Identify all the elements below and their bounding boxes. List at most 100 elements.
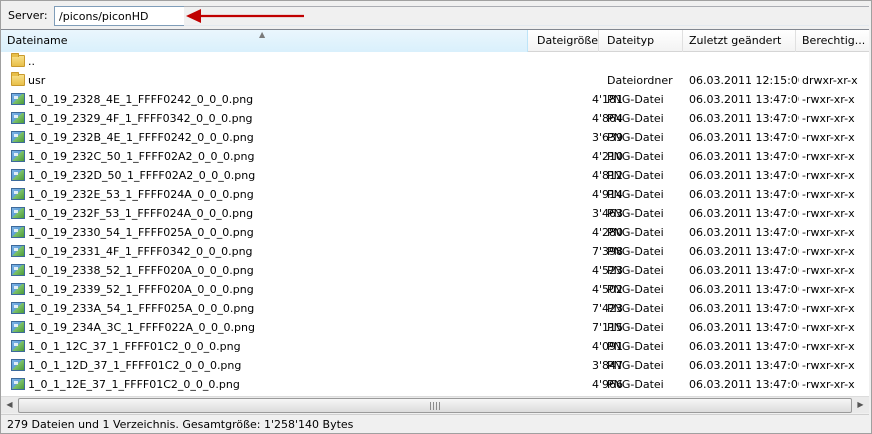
remote-file-list[interactable]: Dateiname ▲ Dateigröße Dateityp Zuletzt … bbox=[1, 29, 869, 396]
file-name: 1_0_19_232E_53_1_FFFF024A_0_0_0.png bbox=[28, 188, 254, 201]
file-modified: 06.03.2011 12:15:00 bbox=[689, 74, 799, 87]
file-name-cell: .. bbox=[11, 52, 531, 71]
file-permissions: -rwxr-xr-x bbox=[802, 150, 855, 163]
status-summary: 279 Dateien und 1 Verzeichnis. Gesamtgrö… bbox=[7, 418, 354, 431]
table-row[interactable]: 1_0_19_234A_3C_1_FFFF022A_0_0_0.png 7'115… bbox=[1, 318, 869, 337]
file-type: PNG-Datei bbox=[607, 131, 664, 144]
file-type: PNG-Datei bbox=[607, 378, 664, 391]
file-type: PNG-Datei bbox=[607, 359, 664, 372]
file-name: 1_0_19_234A_3C_1_FFFF022A_0_0_0.png bbox=[28, 321, 255, 334]
file-permissions: -rwxr-xr-x bbox=[802, 264, 855, 277]
file-modified: 06.03.2011 13:47:00 bbox=[689, 150, 799, 163]
sort-ascending-icon: ▲ bbox=[259, 30, 266, 39]
file-name-cell: 1_0_19_232F_53_1_FFFF024A_0_0_0.png bbox=[11, 204, 531, 223]
file-permissions: -rwxr-xr-x bbox=[802, 340, 855, 353]
scrollbar-thumb[interactable] bbox=[18, 398, 852, 413]
png-file-icon bbox=[11, 93, 25, 105]
file-permissions: -rwxr-xr-x bbox=[802, 169, 855, 182]
scroll-left-icon[interactable]: ◀ bbox=[1, 397, 18, 414]
file-type: PNG-Datei bbox=[607, 321, 664, 334]
scroll-right-icon[interactable]: ▶ bbox=[852, 397, 869, 414]
table-row[interactable]: 1_0_19_233A_54_1_FFFF025A_0_0_0.png 7'423… bbox=[1, 299, 869, 318]
file-modified: 06.03.2011 13:47:00 bbox=[689, 302, 799, 315]
file-name: 1_0_1_12C_37_1_FFFF01C2_0_0_0.png bbox=[28, 340, 241, 353]
table-row[interactable]: 1_0_19_2338_52_1_FFFF020A_0_0_0.png 4'523… bbox=[1, 261, 869, 280]
png-file-icon bbox=[11, 131, 25, 143]
column-header-size[interactable]: Dateigröße bbox=[531, 30, 599, 52]
table-row[interactable]: 1_0_19_232F_53_1_FFFF024A_0_0_0.png 3'463… bbox=[1, 204, 869, 223]
file-name: 1_0_19_232B_4E_1_FFFF0242_0_0_0.png bbox=[28, 131, 254, 144]
file-modified: 06.03.2011 13:47:00 bbox=[689, 188, 799, 201]
file-modified: 06.03.2011 13:47:00 bbox=[689, 112, 799, 125]
file-name-cell: 1_0_19_233A_54_1_FFFF025A_0_0_0.png bbox=[11, 299, 531, 318]
table-row[interactable]: 1_0_19_232D_50_1_FFFF02A2_0_0_0.png 4'812… bbox=[1, 166, 869, 185]
table-row[interactable]: 1_0_1_12C_37_1_FFFF01C2_0_0_0.png 4'091 PN… bbox=[1, 337, 869, 356]
file-type: PNG-Datei bbox=[607, 112, 664, 125]
file-name-cell: 1_0_19_2338_52_1_FFFF020A_0_0_0.png bbox=[11, 261, 531, 280]
file-name: 1_0_19_232C_50_1_FFFF02A2_0_0_0.png bbox=[28, 150, 255, 163]
column-header-modified[interactable]: Zuletzt geändert bbox=[683, 30, 796, 52]
file-modified: 06.03.2011 13:47:00 bbox=[689, 378, 799, 391]
file-type: PNG-Datei bbox=[607, 226, 664, 239]
file-name-cell: 1_0_19_234A_3C_1_FFFF022A_0_0_0.png bbox=[11, 318, 531, 337]
server-label: Server: bbox=[8, 9, 48, 22]
png-file-icon bbox=[11, 245, 25, 257]
file-permissions: drwxr-xr-x bbox=[802, 74, 858, 87]
file-type: PNG-Datei bbox=[607, 207, 664, 220]
table-row[interactable]: 1_0_19_232C_50_1_FFFF02A2_0_0_0.png 4'210… bbox=[1, 147, 869, 166]
file-name: 1_0_19_2329_4F_1_FFFF0342_0_0_0.png bbox=[28, 112, 253, 125]
file-name: 1_0_19_232F_53_1_FFFF024A_0_0_0.png bbox=[28, 207, 254, 220]
column-header-type[interactable]: Dateityp bbox=[601, 30, 683, 52]
table-row[interactable]: 1_0_19_232B_4E_1_FFFF0242_0_0_0.png 3'639… bbox=[1, 128, 869, 147]
file-type: PNG-Datei bbox=[607, 188, 664, 201]
file-modified: 06.03.2011 13:47:00 bbox=[689, 245, 799, 258]
table-row[interactable]: 1_0_19_2331_4F_1_FFFF0342_0_0_0.png 7'398… bbox=[1, 242, 869, 261]
folder-icon bbox=[11, 72, 25, 86]
file-permissions: -rwxr-xr-x bbox=[802, 131, 855, 144]
file-name: 1_0_19_2331_4F_1_FFFF0342_0_0_0.png bbox=[28, 245, 253, 258]
file-name-cell: 1_0_1_12E_37_1_FFFF01C2_0_0_0.png bbox=[11, 375, 531, 394]
table-row[interactable]: 1_0_19_2339_52_1_FFFF020A_0_0_0.png 4'502… bbox=[1, 280, 869, 299]
file-name-cell: 1_0_19_232C_50_1_FFFF02A2_0_0_0.png bbox=[11, 147, 531, 166]
file-permissions: -rwxr-xr-x bbox=[802, 226, 855, 239]
file-type: PNG-Datei bbox=[607, 340, 664, 353]
file-name-cell: 1_0_19_232D_50_1_FFFF02A2_0_0_0.png bbox=[11, 166, 531, 185]
folder-icon bbox=[11, 53, 25, 67]
file-name-cell: 1_0_19_2328_4E_1_FFFF0242_0_0_0.png bbox=[11, 90, 531, 109]
file-type: PNG-Datei bbox=[607, 302, 664, 315]
server-path-input[interactable]: /picons/piconHD bbox=[54, 6, 184, 26]
file-type bbox=[607, 52, 687, 71]
horizontal-scrollbar[interactable]: ◀ ▶ bbox=[1, 396, 869, 413]
file-name: 1_0_19_2338_52_1_FFFF020A_0_0_0.png bbox=[28, 264, 254, 277]
file-name-cell: 1_0_19_2329_4F_1_FFFF0342_0_0_0.png bbox=[11, 109, 531, 128]
png-file-icon bbox=[11, 264, 25, 276]
file-name: usr bbox=[28, 74, 46, 87]
png-file-icon bbox=[11, 112, 25, 124]
file-permissions: -rwxr-xr-x bbox=[802, 321, 855, 334]
png-file-icon bbox=[11, 283, 25, 295]
server-path-bar: Server: /picons/piconHD bbox=[1, 1, 869, 29]
table-row[interactable]: 1_0_1_12D_37_1_FFFF01C2_0_0_0.png 3'847 PN… bbox=[1, 356, 869, 375]
table-row[interactable]: usr Dateiordner 06.03.2011 12:15:00 drwxr-x… bbox=[1, 71, 869, 90]
file-permissions: -rwxr-xr-x bbox=[802, 188, 855, 201]
file-type: PNG-Datei bbox=[607, 169, 664, 182]
png-file-icon bbox=[11, 302, 25, 314]
file-modified bbox=[689, 52, 799, 71]
column-header-permissions[interactable]: Berechtig... bbox=[796, 30, 869, 52]
file-permissions: -rwxr-xr-x bbox=[802, 378, 855, 391]
file-modified: 06.03.2011 13:47:00 bbox=[689, 169, 799, 182]
table-row[interactable]: 1_0_1_12E_37_1_FFFF01C2_0_0_0.png 4'966 PN… bbox=[1, 375, 869, 394]
red-arrow-icon bbox=[186, 9, 304, 23]
file-modified: 06.03.2011 13:47:00 bbox=[689, 207, 799, 220]
file-modified: 06.03.2011 13:47:00 bbox=[689, 131, 799, 144]
file-type: PNG-Datei bbox=[607, 93, 664, 106]
file-modified: 06.03.2011 13:47:00 bbox=[689, 264, 799, 277]
table-row[interactable]: .. bbox=[1, 52, 869, 71]
table-row[interactable]: 1_0_19_2330_54_1_FFFF025A_0_0_0.png 4'280… bbox=[1, 223, 869, 242]
file-name-cell: 1_0_19_2331_4F_1_FFFF0342_0_0_0.png bbox=[11, 242, 531, 261]
table-row[interactable]: 1_0_19_232E_53_1_FFFF024A_0_0_0.png 4'914… bbox=[1, 185, 869, 204]
table-row[interactable]: 1_0_19_2328_4E_1_FFFF0242_0_0_0.png 4'181… bbox=[1, 90, 869, 109]
table-row[interactable]: 1_0_19_2329_4F_1_FFFF0342_0_0_0.png 4'864… bbox=[1, 109, 869, 128]
column-header-name[interactable]: Dateiname ▲ bbox=[1, 30, 528, 52]
file-permissions bbox=[802, 52, 868, 71]
